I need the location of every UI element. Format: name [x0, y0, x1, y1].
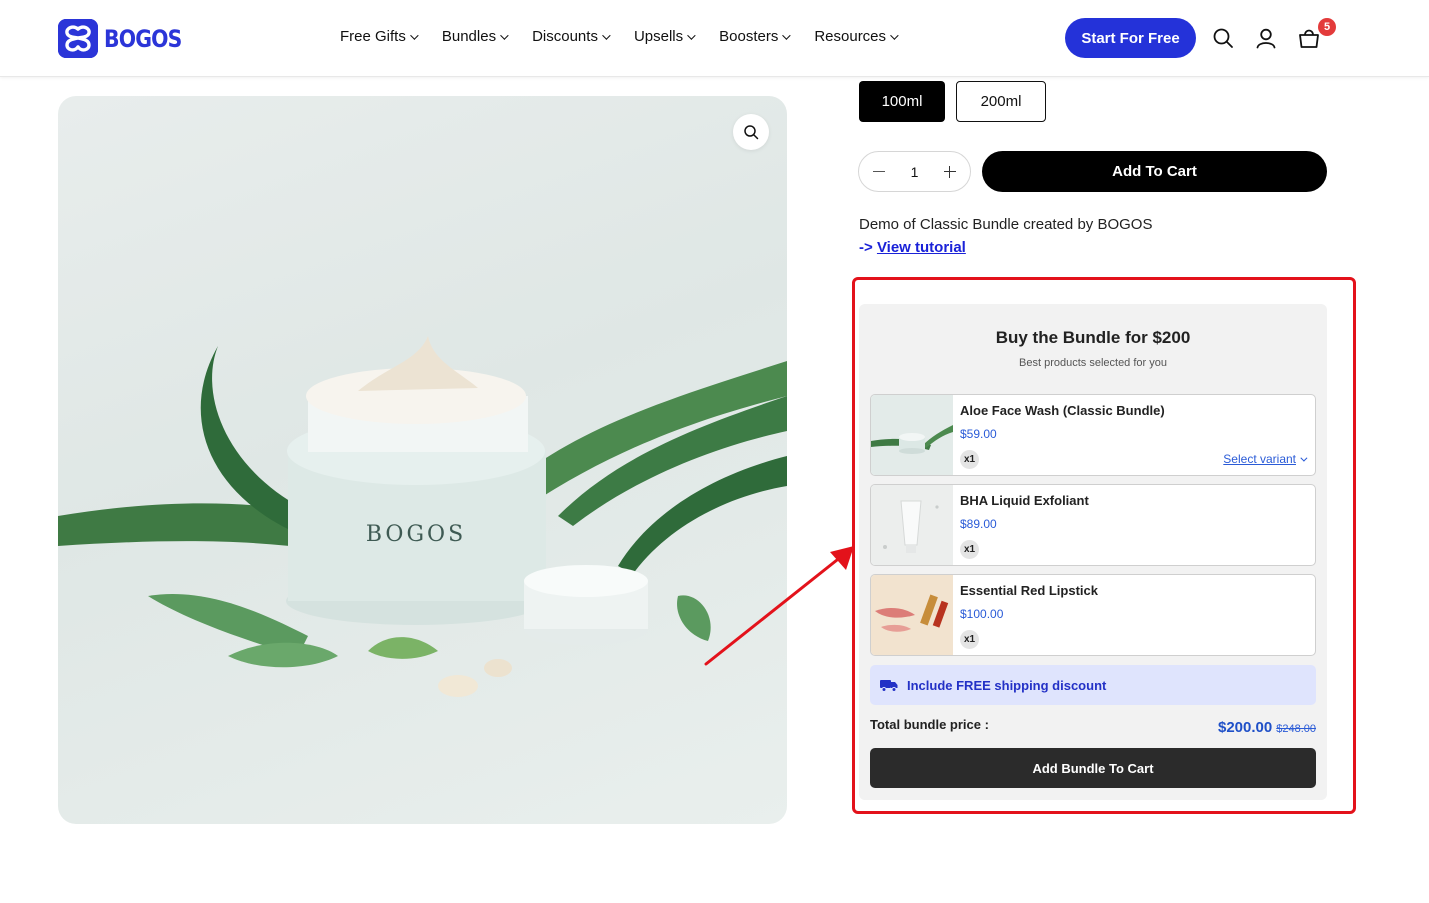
view-tutorial-link[interactable]: View tutorial — [877, 239, 966, 256]
bundle-widget: Buy the Bundle for $200 Best products se… — [859, 304, 1327, 800]
red-lipstick-thumbnail — [871, 575, 953, 655]
nav-label: Upsells — [633, 28, 684, 45]
select-variant-link[interactable]: Select variant — [1223, 452, 1308, 466]
account-icon[interactable] — [1255, 27, 1277, 49]
bha-exfoliant-thumbnail — [871, 485, 953, 565]
total-bundle-price: $200.00 $248.00 — [1218, 719, 1316, 736]
add-to-cart-button[interactable]: Add To Cart — [982, 151, 1327, 192]
free-shipping-banner: Include FREE shipping discount — [870, 665, 1316, 705]
chevron-down-icon — [890, 30, 899, 40]
chevron-down-icon — [500, 30, 509, 40]
main-nav: Free Gifts Bundles Discounts Upsells Boo… — [340, 28, 922, 45]
nav-bundles[interactable]: Bundles — [441, 28, 509, 45]
product-description: Demo of Classic Bundle created by BOGOS — [859, 216, 1153, 233]
free-shipping-text: Include FREE shipping discount — [907, 677, 1107, 693]
brand-logo[interactable]: BOGOS — [58, 19, 195, 58]
bundle-item: Aloe Face Wash (Classic Bundle) $59.00 x… — [870, 394, 1316, 476]
zoom-button[interactable] — [733, 114, 769, 150]
annotation-arrow-icon — [704, 546, 854, 666]
start-for-free-button[interactable]: Start For Free — [1065, 18, 1196, 58]
bundle-item-price: $100.00 — [960, 607, 1004, 621]
quantity-stepper: 1 — [858, 151, 971, 192]
total-bundle-label: Total bundle price : — [870, 717, 989, 732]
cart-count-badge: 5 — [1318, 18, 1336, 36]
truck-icon — [880, 680, 898, 692]
cart-icon[interactable] — [1298, 27, 1320, 49]
site-header: BOGOS Free Gifts Bundles Discounts Upsel… — [0, 0, 1429, 77]
bundle-item: BHA Liquid Exfoliant $89.00 x1 — [870, 484, 1316, 566]
bundle-subtitle: Best products selected for you — [1019, 357, 1167, 369]
chevron-down-icon — [782, 30, 791, 40]
add-bundle-to-cart-button[interactable]: Add Bundle To Cart — [870, 748, 1316, 788]
nav-boosters[interactable]: Boosters — [719, 28, 791, 45]
nav-label: Discounts — [532, 28, 598, 45]
logo-mark-icon — [58, 19, 98, 58]
chevron-down-icon — [687, 30, 696, 40]
bundle-price: $200.00 — [1218, 719, 1273, 736]
minus-icon[interactable] — [873, 170, 885, 173]
select-variant-label: Select variant — [1223, 452, 1296, 466]
variant-option-200ml[interactable]: 200ml — [956, 81, 1046, 122]
search-icon[interactable] — [1212, 27, 1234, 49]
nav-upsells[interactable]: Upsells — [633, 28, 696, 45]
nav-free-gifts[interactable]: Free Gifts — [340, 28, 419, 45]
chevron-down-icon — [602, 30, 611, 40]
nav-label: Resources — [814, 28, 887, 45]
nav-resources[interactable]: Resources — [814, 28, 899, 45]
product-photo-illustration: BOGOS — [58, 336, 787, 697]
nav-label: Free Gifts — [340, 28, 406, 45]
nav-label: Bundles — [441, 28, 497, 45]
bundle-item-name: Aloe Face Wash (Classic Bundle) — [960, 403, 1165, 418]
bundle-item-price: $59.00 — [960, 427, 997, 441]
bundle-item-name: Essential Red Lipstick — [960, 583, 1098, 598]
bundle-item-qty: x1 — [960, 450, 979, 469]
variant-option-100ml[interactable]: 100ml — [859, 81, 945, 122]
tutorial-arrow: -> — [859, 239, 873, 256]
nav-label: Boosters — [719, 28, 779, 45]
quantity-value[interactable]: 1 — [911, 164, 919, 180]
nav-discounts[interactable]: Discounts — [532, 28, 611, 45]
bundle-item: Essential Red Lipstick $100.00 x1 — [870, 574, 1316, 656]
chevron-down-icon — [1300, 454, 1308, 462]
product-image[interactable]: BOGOS — [58, 96, 787, 824]
jar-brand-text: BOGOS — [366, 522, 466, 547]
bundle-item-name: BHA Liquid Exfoliant — [960, 493, 1089, 508]
zoom-icon — [744, 125, 759, 140]
chevron-down-icon — [410, 30, 419, 40]
bundle-original-price: $248.00 — [1276, 723, 1316, 735]
bundle-title: Buy the Bundle for $200 — [995, 328, 1191, 347]
tutorial-line: -> View tutorial — [859, 239, 966, 256]
bundle-item-qty: x1 — [960, 540, 979, 559]
logo-text: BOGOS — [104, 24, 182, 53]
plus-icon[interactable] — [943, 165, 956, 178]
aloe-face-wash-thumbnail — [871, 395, 953, 475]
bundle-item-price: $89.00 — [960, 517, 997, 531]
bundle-item-qty: x1 — [960, 630, 979, 649]
